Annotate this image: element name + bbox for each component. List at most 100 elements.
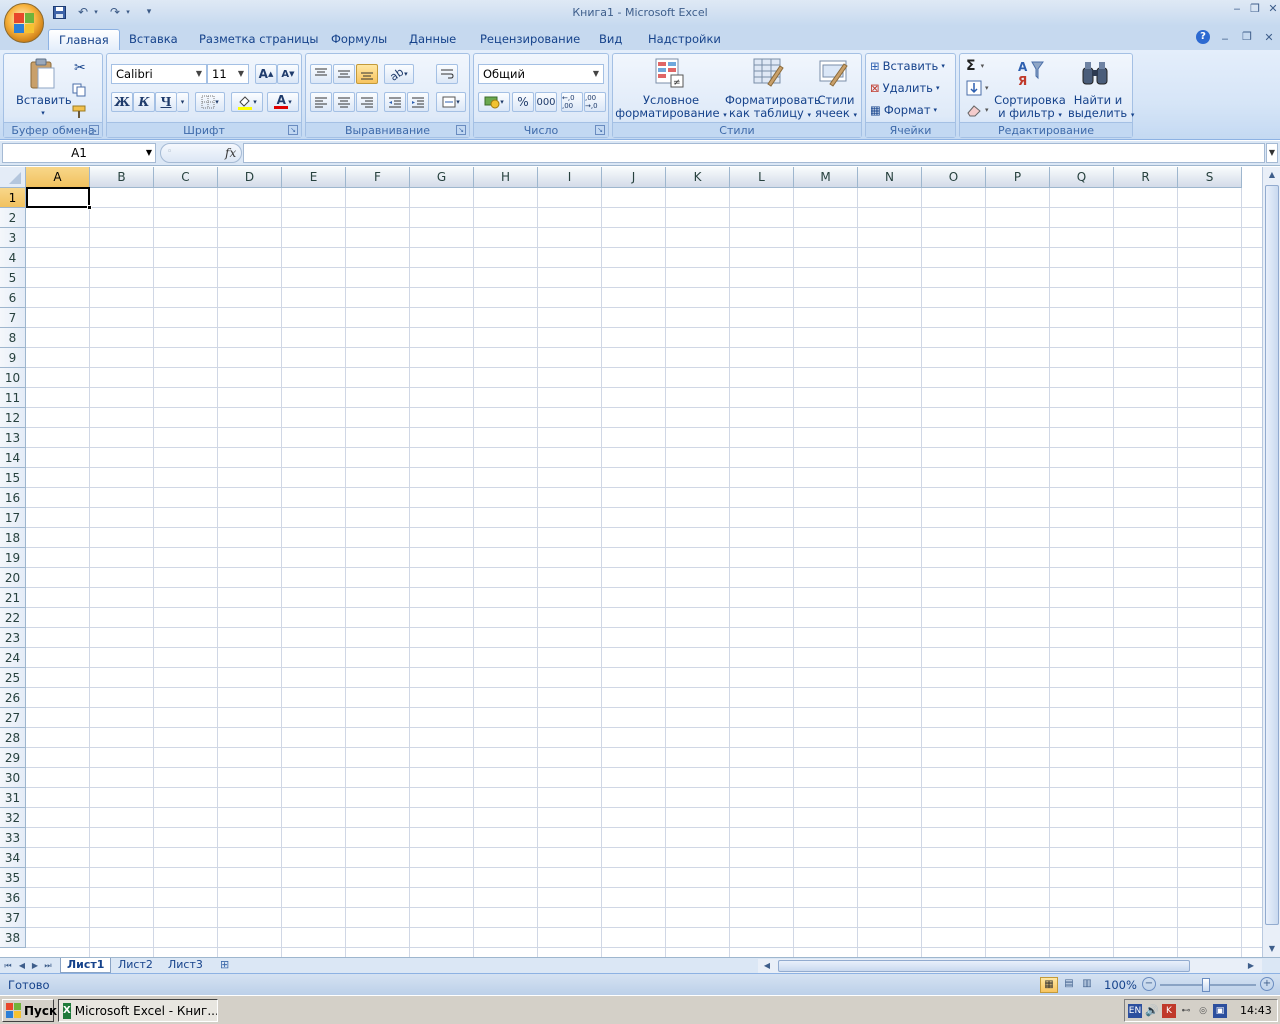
network-icon[interactable]: ⊷ <box>1179 1004 1193 1018</box>
row-header[interactable]: 16 <box>0 488 26 508</box>
active-cell[interactable] <box>26 187 90 208</box>
start-button[interactable]: Пуск <box>2 999 57 1022</box>
page-layout-view-icon[interactable]: ▤ <box>1060 977 1078 993</box>
expand-formula-bar-icon[interactable]: ▼ <box>1266 143 1278 163</box>
format-as-table-icon[interactable] <box>753 58 785 91</box>
row-header[interactable]: 33 <box>0 828 26 848</box>
sheet-tab-1[interactable]: Лист1 <box>60 958 112 973</box>
row-header[interactable]: 21 <box>0 588 26 608</box>
format-as-table-button[interactable]: как таблицу ▾ <box>725 107 815 122</box>
increase-indent-button[interactable] <box>407 92 429 112</box>
zoom-out-icon[interactable]: − <box>1142 977 1156 991</box>
underline-button[interactable]: Ч <box>155 92 177 112</box>
fill-color-button[interactable]: ▾ <box>231 92 263 112</box>
align-center-button[interactable] <box>333 92 355 112</box>
find-select-button[interactable]: выделить ▾ <box>1068 107 1134 122</box>
shrink-font-button[interactable]: A ▼ <box>277 64 299 84</box>
volume-icon[interactable]: 🔊 <box>1145 1004 1159 1018</box>
sheet-tab-2[interactable]: Лист2 <box>112 958 159 973</box>
scroll-down-icon[interactable]: ▼ <box>1266 941 1278 957</box>
insert-sheet-icon[interactable]: ⊞ <box>214 958 235 973</box>
row-header[interactable]: 31 <box>0 788 26 808</box>
column-header[interactable]: A <box>26 167 90 188</box>
insert-cells-button[interactable]: ⊞ Вставить ▾ <box>870 56 945 76</box>
clipboard-launcher-icon[interactable]: ↘ <box>89 125 99 135</box>
row-header[interactable]: 13 <box>0 428 26 448</box>
row-header[interactable]: 32 <box>0 808 26 828</box>
cell-styles-button[interactable]: ячеек ▾ <box>813 107 859 122</box>
row-header[interactable]: 4 <box>0 248 26 268</box>
tray-app-icon[interactable]: ◎ <box>1196 1004 1210 1018</box>
column-header[interactable]: N <box>858 167 922 188</box>
row-header[interactable]: 1 <box>0 188 26 208</box>
zoom-level[interactable]: 100% <box>1104 978 1137 992</box>
autosum-button[interactable]: Σ ▾ <box>966 56 984 76</box>
paste-button[interactable]: Вставить <box>16 94 72 107</box>
paste-dropdown-icon[interactable]: ▾ <box>16 107 70 120</box>
tab-review[interactable]: Рецензирование <box>470 29 590 50</box>
row-header[interactable]: 17 <box>0 508 26 528</box>
help-icon[interactable]: ? <box>1196 30 1210 44</box>
decrease-decimal-button[interactable]: ,00 →,0 <box>584 92 606 112</box>
row-header[interactable]: 26 <box>0 688 26 708</box>
conditional-formatting-button[interactable]: форматирование ▾ <box>615 107 727 122</box>
wrap-text-button[interactable] <box>436 64 458 84</box>
row-header[interactable]: 28 <box>0 728 26 748</box>
column-header[interactable]: B <box>90 167 154 188</box>
alignment-launcher-icon[interactable]: ↘ <box>456 125 466 135</box>
column-header[interactable]: E <box>282 167 346 188</box>
column-header[interactable]: M <box>794 167 858 188</box>
row-header[interactable]: 22 <box>0 608 26 628</box>
zoom-in-icon[interactable]: + <box>1260 977 1274 991</box>
horizontal-scrollbar[interactable]: ◀ ▶ <box>758 959 1262 973</box>
workbook-close-button[interactable]: ✕ <box>1260 31 1278 45</box>
close-button[interactable]: ✕ <box>1264 2 1280 16</box>
column-header[interactable]: H <box>474 167 538 188</box>
increase-decimal-button[interactable]: ←,0 ,00 <box>561 92 583 112</box>
scroll-right-icon[interactable]: ▶ <box>1244 959 1258 973</box>
borders-button[interactable]: ▾ <box>195 92 225 112</box>
tab-page-layout[interactable]: Разметка страницы <box>189 29 328 50</box>
zoom-slider-thumb[interactable] <box>1202 978 1210 992</box>
cells-area[interactable] <box>26 188 1262 957</box>
paste-icon[interactable] <box>28 58 56 90</box>
align-top-button[interactable] <box>310 64 332 84</box>
first-sheet-icon[interactable]: ⏮ <box>2 959 14 973</box>
normal-view-icon[interactable]: ▦ <box>1040 977 1058 993</box>
row-header[interactable]: 10 <box>0 368 26 388</box>
chevron-down-icon[interactable]: ▼ <box>146 144 152 162</box>
tab-addins[interactable]: Надстройки <box>638 29 731 50</box>
monitor-icon[interactable]: ▣ <box>1213 1003 1227 1018</box>
italic-button[interactable]: К <box>133 92 155 112</box>
format-cells-button[interactable]: ▦ Формат ▾ <box>870 100 937 120</box>
column-header[interactable]: Q <box>1050 167 1114 188</box>
cell-styles-icon[interactable] <box>819 58 849 91</box>
next-sheet-icon[interactable]: ▶ <box>29 959 41 973</box>
decrease-indent-button[interactable] <box>384 92 406 112</box>
number-format-combo[interactable]: Общий ▼ <box>478 64 604 84</box>
sort-filter-icon[interactable]: АЯ <box>1014 58 1044 91</box>
row-header[interactable]: 9 <box>0 348 26 368</box>
font-color-button[interactable]: A ▾ <box>267 92 299 112</box>
workbook-restore-button[interactable]: ❐ <box>1238 30 1256 44</box>
clear-button[interactable]: ▾ <box>966 100 989 120</box>
office-button[interactable] <box>4 3 44 43</box>
copy-icon[interactable] <box>72 80 86 100</box>
tab-home[interactable]: Главная <box>48 29 120 50</box>
name-box[interactable]: A1 ▼ <box>2 143 156 163</box>
column-header[interactable]: F <box>346 167 410 188</box>
align-middle-button[interactable] <box>333 64 355 84</box>
column-header[interactable]: C <box>154 167 218 188</box>
font-launcher-icon[interactable]: ↘ <box>288 125 298 135</box>
select-all-button[interactable] <box>0 167 26 188</box>
cut-icon[interactable]: ✂ <box>74 58 86 78</box>
row-header[interactable]: 19 <box>0 548 26 568</box>
row-header[interactable]: 5 <box>0 268 26 288</box>
column-header[interactable]: P <box>986 167 1050 188</box>
sheet-tab-3[interactable]: Лист3 <box>162 958 209 973</box>
prev-sheet-icon[interactable]: ◀ <box>16 959 28 973</box>
binoculars-icon[interactable] <box>1080 60 1110 91</box>
row-header[interactable]: 8 <box>0 328 26 348</box>
column-header[interactable]: L <box>730 167 794 188</box>
font-name-combo[interactable]: Calibri ▼ <box>111 64 207 84</box>
